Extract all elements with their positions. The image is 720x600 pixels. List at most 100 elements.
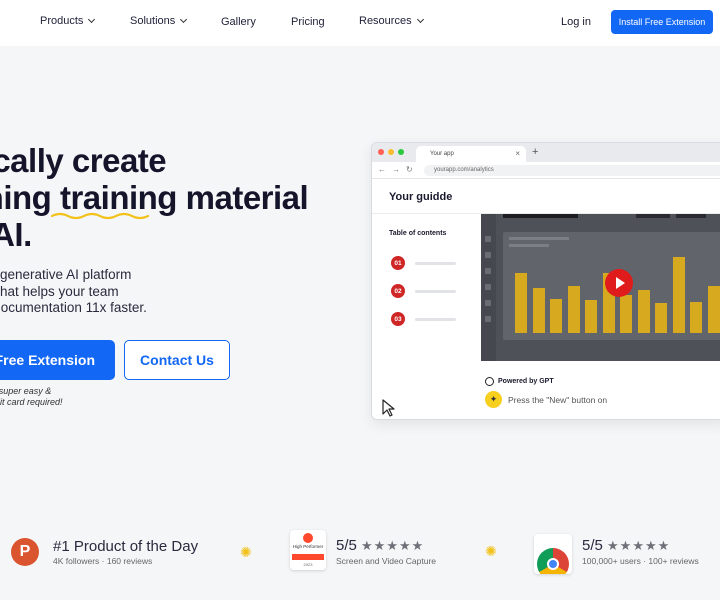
toc-number-badge: 01 xyxy=(391,256,405,270)
g2-rating: 5/5 ★★★★★ xyxy=(336,537,424,554)
rating-stars-icon: ★★★★★ xyxy=(361,538,425,553)
chart-bar xyxy=(620,295,632,333)
video-header-control xyxy=(636,214,670,218)
hero-note-line-2: edit card required! xyxy=(0,397,63,407)
step-hint-text: Press the "New" button on xyxy=(508,394,608,405)
nav-products-label: Products xyxy=(40,15,84,27)
product-hunt-title: #1 Product of the Day xyxy=(53,538,199,555)
chevron-down-icon xyxy=(180,15,188,24)
rating-stars-icon: ★★★★★ xyxy=(607,538,671,553)
top-nav: Products Solutions Gallery Pricing Resou… xyxy=(0,0,720,46)
sidebar-glyph-icon xyxy=(485,300,491,306)
window-close-dot xyxy=(378,149,384,155)
address-bar: yourapp.com/analytics xyxy=(424,165,720,176)
toc-number-badge: 03 xyxy=(391,312,405,326)
toc-item: 03 xyxy=(391,312,481,326)
window-minimize-dot xyxy=(388,149,394,155)
g2-badge-year: 2023 xyxy=(303,562,313,567)
chart-bar xyxy=(637,290,650,333)
chart-bar xyxy=(532,288,545,333)
hero-subtitle-line-2: ness that helps your team xyxy=(0,283,119,299)
chart-bar xyxy=(550,299,562,333)
chart-bar xyxy=(655,303,667,333)
video-app-sidebar xyxy=(481,214,496,361)
sidebar-glyph-icon xyxy=(485,316,491,322)
magic-wand-icon: ✦ xyxy=(485,391,502,408)
forward-arrow-icon: → xyxy=(392,165,400,174)
nav-gallery-label: Gallery xyxy=(221,16,256,28)
chrome-rating-value: 5/5 xyxy=(582,537,603,554)
g2-badge-icon: High Performer 2023 xyxy=(290,530,326,570)
nav-products[interactable]: Products xyxy=(40,15,96,27)
hero-subtitle-line-3: ideo documentation 11x faster. xyxy=(0,300,147,315)
chart-subheader-placeholder xyxy=(509,244,549,247)
sidebar-glyph-icon xyxy=(485,284,491,290)
video-header-control xyxy=(676,214,706,218)
nav-gallery[interactable]: Gallery xyxy=(221,16,256,28)
toc-placeholder-bar xyxy=(415,290,456,293)
sparkle-icon: ✺ xyxy=(485,543,497,559)
nav-pricing-label: Pricing xyxy=(291,16,325,28)
nav-pricing[interactable]: Pricing xyxy=(291,16,325,28)
new-tab-icon: + xyxy=(532,146,539,158)
chart-bar xyxy=(690,302,702,333)
powered-by-label: Powered by GPT xyxy=(498,378,554,385)
chevron-down-icon xyxy=(88,15,96,24)
sidebar-glyph-icon xyxy=(485,236,491,242)
video-header-bar xyxy=(503,214,578,218)
chart-bar xyxy=(672,257,685,333)
hero-note: 's super easy & edit card required! xyxy=(0,386,63,408)
play-button-icon[interactable] xyxy=(605,269,633,297)
step-hint: ✦ Press the "New" button on xyxy=(485,391,607,408)
toc-placeholder-bar xyxy=(415,318,456,321)
browser-tab-title: Your app xyxy=(430,151,454,157)
chart-header-placeholder xyxy=(509,237,569,240)
window-maximize-dot xyxy=(398,149,404,155)
toc-title: Table of contents xyxy=(389,230,447,237)
mouse-cursor-icon xyxy=(382,399,395,417)
toc-placeholder-bar xyxy=(415,262,456,265)
back-arrow-icon: ← xyxy=(378,165,386,174)
nav-solutions-label: Solutions xyxy=(130,15,176,27)
toc-item: 02 xyxy=(391,284,481,298)
nav-solutions[interactable]: Solutions xyxy=(130,15,188,27)
g2-badge-band xyxy=(292,554,324,560)
powered-by-gpt: Powered by GPT xyxy=(485,377,554,386)
browser-mockup: Your app × + ← → ↻ yourapp.com/analytics… xyxy=(371,142,720,420)
nav-resources-label: Resources xyxy=(359,15,412,27)
chart-bar xyxy=(567,286,580,333)
g2-badge-label: High Performer xyxy=(292,544,324,549)
hero-title-line-1: gically create xyxy=(0,142,167,179)
browser-tabbar: Your app × + xyxy=(372,143,720,162)
product-hunt-logo-icon: P xyxy=(11,538,39,566)
chrome-logo-center xyxy=(547,558,559,570)
tab-close-icon: × xyxy=(515,149,520,158)
login-link[interactable]: Log in xyxy=(561,16,591,28)
reload-icon: ↻ xyxy=(406,165,413,174)
guide-title: Your guidde xyxy=(389,191,453,203)
hero-title-line-2: nning training material xyxy=(0,179,309,220)
sidebar-glyph-icon xyxy=(485,252,491,258)
openai-icon xyxy=(485,377,494,386)
g2-subtitle: Screen and Video Capture xyxy=(336,556,437,566)
hero-title-line-3: h AI. xyxy=(0,216,32,253)
toc-item: 01 xyxy=(391,256,481,270)
nav-resources[interactable]: Resources xyxy=(359,15,424,27)
browser-tab: Your app × xyxy=(416,146,526,162)
video-preview xyxy=(481,214,720,361)
toc-number-badge: 02 xyxy=(391,284,405,298)
chart-bar xyxy=(707,286,720,333)
product-hunt-subtitle: 4K followers · 160 reviews xyxy=(53,556,153,566)
chrome-rating: 5/5 ★★★★★ xyxy=(582,537,670,554)
contact-us-button[interactable]: Contact Us xyxy=(124,340,230,380)
install-extension-button[interactable]: Install Free Extension xyxy=(611,10,713,34)
hero-title: gically create nning training material h… xyxy=(0,142,309,253)
install-free-extension-button[interactable]: Free Extension xyxy=(0,340,115,380)
browser-address-row: ← → ↻ yourapp.com/analytics xyxy=(372,162,720,179)
chrome-subtitle: 100,000+ users · 100+ reviews xyxy=(582,556,699,566)
chrome-store-badge xyxy=(534,534,572,574)
chrome-logo-icon xyxy=(537,548,569,574)
chevron-down-icon xyxy=(416,15,424,24)
hero-note-line-1: 's super easy & xyxy=(0,386,52,396)
hero-subtitle-line-1: is the generative AI platform xyxy=(0,267,132,282)
